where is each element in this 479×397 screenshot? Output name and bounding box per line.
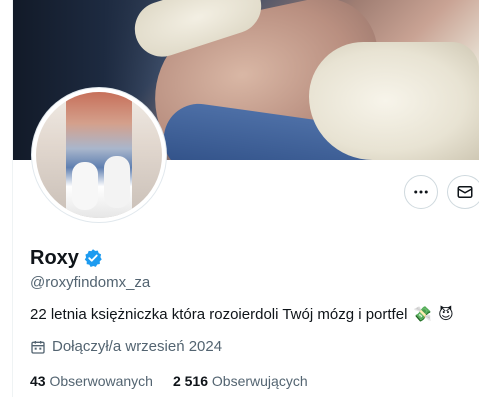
profile-name: Roxy xyxy=(30,247,79,269)
avatar-image xyxy=(36,92,162,218)
following-label: Obserwowanych xyxy=(49,373,153,389)
profile-bio: 22 letnia księżniczka która rozoierdoli … xyxy=(30,305,454,324)
bio-text: 22 letnia księżniczka która rozoierdoli … xyxy=(30,305,408,323)
following-link[interactable]: 43 Obserwowanych xyxy=(30,373,153,389)
envelope-icon xyxy=(457,186,473,198)
joined-date: Dołączył/a wrzesień 2024 xyxy=(30,338,222,355)
joined-text: Dołączył/a wrzesień 2024 xyxy=(52,338,223,355)
money-with-wings-emoji: 💸 xyxy=(413,306,433,323)
followers-count: 2 516 xyxy=(172,373,209,389)
profile-name-row: Roxy xyxy=(30,246,103,270)
calendar-icon xyxy=(31,340,45,354)
following-count: 43 xyxy=(30,373,46,389)
followers-link[interactable]: 2 516 Obserwujących xyxy=(173,373,308,389)
profile-handle: @roxyfindomx_za xyxy=(30,274,151,291)
message-button[interactable] xyxy=(447,175,479,209)
profile-stats: 43 Obserwowanych 2 516 Obserwujących xyxy=(30,373,308,389)
more-options-button[interactable] xyxy=(404,175,438,209)
verified-badge-icon[interactable] xyxy=(83,248,103,268)
profile-avatar[interactable] xyxy=(32,88,166,222)
followers-label: Obserwujących xyxy=(211,373,308,389)
more-horizontal-icon xyxy=(414,190,428,194)
devil-emoji: 😈 xyxy=(438,306,454,323)
